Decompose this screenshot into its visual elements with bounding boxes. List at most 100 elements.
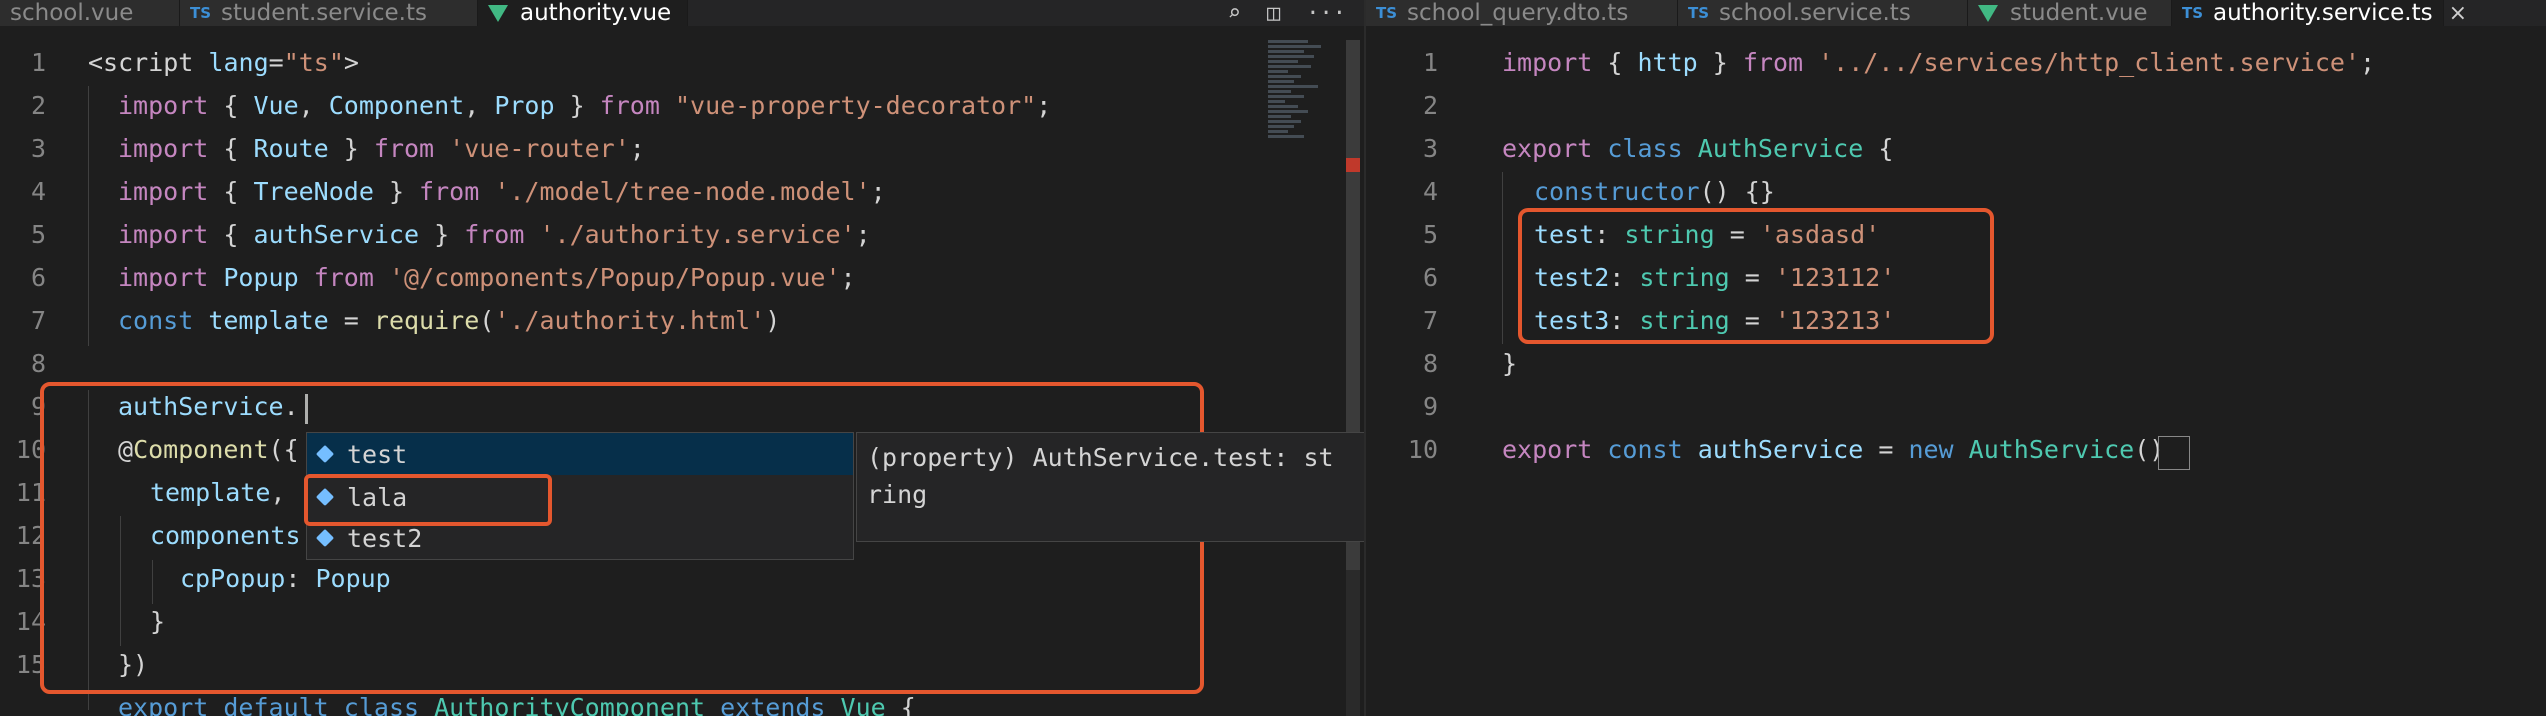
tab-label: school.service.ts — [1719, 0, 1911, 26]
token: import — [118, 91, 209, 120]
token: require — [373, 306, 480, 335]
line-number: 3 — [30, 134, 46, 163]
property-icon — [315, 528, 335, 548]
token: from — [373, 134, 435, 163]
editor-actions: ⌕ ◫ ··· — [1227, 0, 1364, 26]
token: Vue — [840, 693, 886, 716]
token: , — [464, 91, 495, 120]
token: ; — [1036, 91, 1052, 120]
token: './authority.html' — [494, 306, 766, 335]
code-line-4[interactable]: import { TreeNode } from './model/tree-n… — [118, 177, 886, 206]
close-icon[interactable]: × — [2449, 1, 2467, 26]
token: Popup — [223, 263, 299, 292]
scrollbar-error-marker — [1346, 158, 1360, 172]
token: from — [599, 91, 660, 120]
line-number: 9 — [1422, 392, 1438, 421]
token: = — [328, 306, 374, 335]
code-line-16[interactable]: export default class AuthorityComponent … — [118, 693, 916, 716]
token: http — [1637, 48, 1698, 77]
token: { — [208, 91, 254, 120]
vertical-scrollbar[interactable] — [1346, 40, 1360, 716]
search-icon[interactable]: ⌕ — [1228, 1, 1241, 26]
code-line-5[interactable]: import { authService } from './authority… — [118, 220, 871, 249]
indent-guide — [88, 86, 89, 346]
code-line-6[interactable]: import Popup from '@/components/Popup/Po… — [118, 263, 856, 292]
line-number: 5 — [30, 220, 46, 249]
token: } — [328, 134, 374, 163]
token: TreeNode — [253, 177, 374, 206]
line-number: 4 — [1422, 177, 1438, 206]
token: from — [313, 263, 374, 292]
token: '@/components/Popup/Popup.vue' — [388, 263, 841, 292]
token: default — [223, 693, 329, 716]
tab-school-vue[interactable]: school.vue — [0, 0, 180, 26]
code-line-2[interactable]: import { Vue, Component, Prop } from "vu… — [118, 91, 1051, 120]
property-icon — [315, 444, 335, 464]
code-line-8[interactable]: } — [1502, 349, 1517, 378]
token: "ts" — [283, 48, 344, 77]
suggestion-item-test[interactable]: test — [307, 433, 853, 475]
line-number: 4 — [30, 177, 46, 206]
token: } — [1502, 349, 1518, 378]
code-line-3[interactable]: export class AuthService { — [1502, 134, 1893, 163]
tab-label: authority.service.ts — [2213, 0, 2433, 26]
minimap[interactable] — [1268, 38, 1334, 238]
more-icon[interactable]: ··· — [1306, 1, 1346, 26]
tab-authority-service-ts[interactable]: TS authority.service.ts × — [2172, 0, 2467, 26]
token: './model/tree-node.model' — [494, 177, 871, 206]
typescript-file-icon: TS — [1376, 4, 1398, 22]
tab-student-vue[interactable]: student.vue — [1968, 0, 2172, 26]
tab-authority-vue[interactable]: authority.vue — [478, 0, 688, 26]
code-line-10[interactable]: export const authService = new AuthServi… — [1502, 435, 2164, 464]
token: extends — [720, 693, 826, 716]
vue-file-icon — [488, 4, 508, 22]
token: const — [1607, 435, 1683, 464]
line-number: 1 — [30, 48, 46, 77]
token: AuthorityComponent — [434, 693, 706, 716]
tab-student-service-ts[interactable]: TS student.service.ts — [180, 0, 478, 26]
token: from — [464, 220, 525, 249]
code-line-1[interactable]: <script lang="ts"> — [88, 48, 359, 77]
bracket-match-highlight — [2158, 436, 2190, 470]
split-editor-icon[interactable]: ◫ — [1267, 1, 1280, 26]
doc-signature-line: ring — [867, 480, 928, 509]
typescript-file-icon: TS — [190, 4, 212, 22]
token: ) — [765, 306, 781, 335]
token: () {} — [1699, 177, 1775, 206]
line-number: 8 — [1422, 349, 1438, 378]
code-line-4[interactable]: constructor() {} — [1534, 177, 1775, 206]
tab-school-service-ts[interactable]: TS school.service.ts — [1678, 0, 1968, 26]
token: ; — [840, 263, 856, 292]
code-line-7[interactable]: const template = require('./authority.ht… — [118, 306, 780, 335]
token: "vue-property-decorator" — [674, 91, 1037, 120]
doc-signature-line: (property) AuthService.test: st — [867, 443, 1334, 472]
left-tab-bar: school.vue TS student.service.ts authori… — [0, 0, 1364, 26]
suggestion-details-popup: (property) AuthService.test: st ring × — [856, 432, 1404, 542]
suggestion-label: test2 — [347, 523, 423, 553]
token: class — [343, 693, 420, 716]
token: { — [208, 177, 254, 206]
token: , — [298, 91, 329, 120]
code-line-3[interactable]: import { Route } from 'vue-router'; — [118, 134, 645, 163]
token: '../../services/http_client.service' — [1818, 48, 2360, 77]
right-tab-bar: TS school_query.dto.ts TS school.service… — [1366, 0, 2546, 26]
token: import — [118, 134, 209, 163]
token: { — [208, 220, 254, 249]
line-number: 1 — [1422, 48, 1438, 77]
code-line-1[interactable]: import { http } from '../../services/htt… — [1502, 48, 2375, 77]
token: import — [118, 220, 209, 249]
token: export — [118, 693, 209, 716]
tab-school-query-dto-ts[interactable]: TS school_query.dto.ts — [1366, 0, 1678, 26]
